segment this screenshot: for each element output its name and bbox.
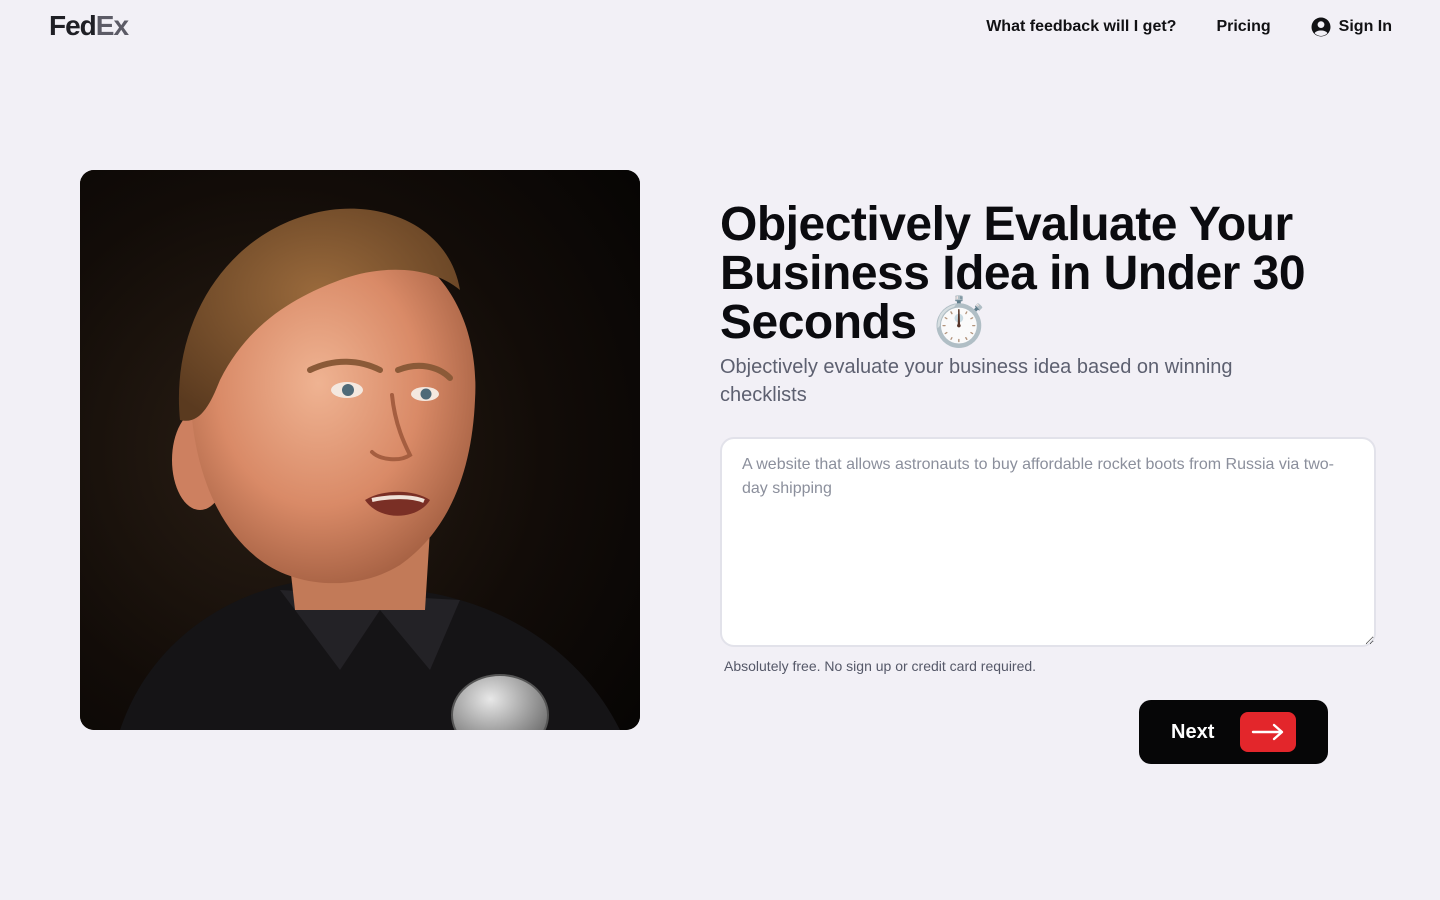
- next-button[interactable]: Next: [1139, 700, 1328, 764]
- logo-fed: Fed: [49, 10, 97, 41]
- user-circle-icon: [1311, 17, 1331, 37]
- speaker-photo: [80, 170, 640, 730]
- free-note: Absolutely free. No sign up or credit ca…: [724, 658, 1037, 674]
- page-title: Objectively Evaluate Your Business Idea …: [720, 198, 1306, 349]
- sign-in-link[interactable]: Sign In: [1311, 16, 1392, 38]
- top-nav: What feedback will I get? Pricing Sign I…: [986, 16, 1392, 38]
- nav-link-pricing[interactable]: Pricing: [1216, 16, 1270, 38]
- logo[interactable]: FedEx: [49, 10, 129, 42]
- business-idea-input[interactable]: [720, 437, 1376, 647]
- nav-link-feedback[interactable]: What feedback will I get?: [986, 16, 1176, 38]
- hero-content: Objectively Evaluate Your Business Idea …: [720, 200, 1392, 675]
- arrow-right-icon: [1240, 712, 1296, 752]
- logo-ex: Ex: [95, 10, 129, 41]
- next-button-label: Next: [1171, 720, 1215, 743]
- page-subtitle: Objectively evaluate your business idea …: [720, 356, 1233, 406]
- sign-in-label: Sign In: [1338, 18, 1392, 35]
